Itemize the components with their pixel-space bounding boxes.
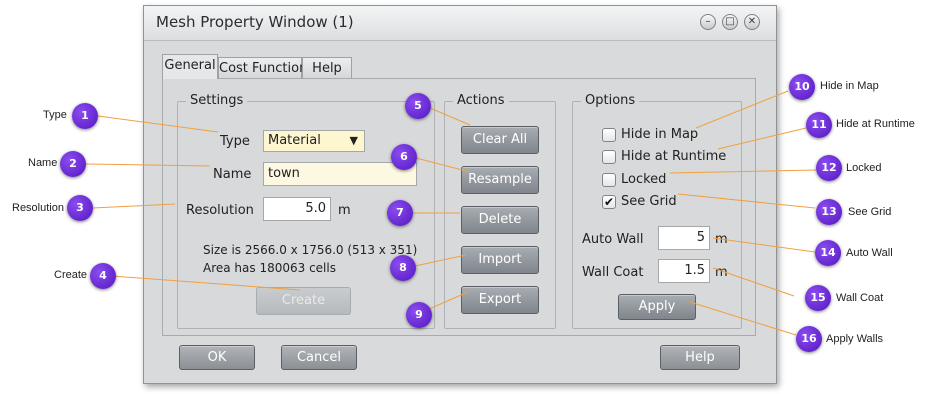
type-select-value: Material	[268, 133, 321, 148]
see-grid-checkbox[interactable]: ✔	[602, 195, 616, 209]
tab-general[interactable]: General	[162, 54, 218, 79]
callout-label-name: Name	[28, 157, 58, 169]
settings-title: Settings	[186, 93, 248, 108]
callout-badge-13: 13	[816, 199, 842, 225]
check-icon: ✔	[603, 195, 615, 209]
callout-badge-7: 7	[387, 200, 413, 226]
callout-label-auto-wall: Auto Wall	[846, 247, 893, 259]
callout-label-type: Type	[43, 109, 67, 121]
delete-button[interactable]: Delete	[461, 206, 539, 234]
callout-badge-15: 15	[805, 285, 831, 311]
locked-checkbox[interactable]	[602, 173, 616, 187]
options-title: Options	[581, 93, 640, 108]
callout-badge-12: 12	[816, 155, 842, 181]
size-info: Size is 2566.0 x 1756.0 (513 x 351)	[203, 243, 418, 257]
callout-badge-11: 11	[806, 112, 832, 138]
callout-badge-10: 10	[789, 74, 815, 100]
type-select[interactable]: Material ▼	[263, 130, 365, 152]
callout-label-create: Create	[54, 269, 88, 281]
tab-panel-general: Settings Type Material ▼ Name town Resol…	[162, 78, 756, 336]
help-button[interactable]: Help	[660, 345, 740, 370]
close-button[interactable]: ✕	[744, 14, 760, 30]
hide-in-map-checkbox[interactable]	[602, 128, 616, 142]
wall-coat-input[interactable]: 1.5	[658, 259, 710, 283]
tab-help[interactable]: Help	[302, 57, 352, 79]
actions-group: Actions Clear All Resample Delete Import…	[444, 93, 556, 329]
locked-label: Locked	[621, 172, 667, 187]
callout-label-apply-walls: Apply Walls	[826, 333, 884, 345]
options-group: Options Hide in Map Hide at Runtime Lock…	[572, 93, 742, 329]
actions-title: Actions	[453, 93, 509, 108]
callout-badge-3: 3	[67, 195, 93, 221]
minimize-button[interactable]: –	[700, 14, 716, 30]
mesh-property-window: Mesh Property Window (1) – □ ✕ General C…	[143, 5, 777, 384]
create-button[interactable]: Create	[256, 287, 351, 315]
callout-badge-6: 6	[391, 144, 417, 170]
resolution-unit: m	[338, 203, 351, 218]
resolution-input[interactable]: 5.0	[263, 197, 331, 221]
callout-badge-16: 16	[796, 326, 822, 352]
import-button[interactable]: Import	[461, 246, 539, 274]
clear-all-button[interactable]: Clear All	[461, 126, 539, 154]
wall-coat-unit: m	[715, 265, 728, 280]
auto-wall-unit: m	[715, 232, 728, 247]
callout-badge-8: 8	[390, 255, 416, 281]
export-button[interactable]: Export	[461, 286, 539, 314]
chevron-down-icon: ▼	[349, 134, 358, 147]
callout-badge-5: 5	[405, 93, 431, 119]
callout-label-wall-coat: Wall Coat	[836, 292, 884, 304]
maximize-button[interactable]: □	[722, 14, 738, 30]
hide-in-map-label: Hide in Map	[621, 127, 699, 142]
name-label: Name	[213, 167, 252, 182]
callout-label-hide-in-map: Hide in Map	[820, 80, 879, 92]
resolution-label: Resolution	[186, 203, 254, 218]
callout-badge-14: 14	[815, 240, 841, 266]
auto-wall-label: Auto Wall	[582, 232, 644, 247]
area-info: Area has 180063 cells	[203, 261, 336, 275]
callout-badge-1: 1	[72, 103, 98, 129]
resample-button[interactable]: Resample	[461, 166, 539, 194]
hide-at-runtime-label: Hide at Runtime	[621, 149, 727, 164]
tab-cost-function[interactable]: Cost Function	[218, 57, 307, 79]
window-title: Mesh Property Window (1)	[156, 13, 354, 31]
see-grid-label: See Grid	[621, 194, 677, 209]
callout-label-see-grid: See Grid	[848, 206, 892, 218]
type-label: Type	[220, 134, 250, 149]
title-bar[interactable]: Mesh Property Window (1) – □ ✕	[144, 6, 776, 41]
callout-badge-9: 9	[406, 302, 432, 328]
callout-badge-4: 4	[90, 263, 116, 289]
callout-badge-2: 2	[60, 151, 86, 177]
wall-coat-label: Wall Coat	[582, 265, 644, 280]
ok-button[interactable]: OK	[179, 345, 255, 370]
apply-walls-button[interactable]: Apply	[618, 294, 696, 320]
hide-at-runtime-checkbox[interactable]	[602, 150, 616, 164]
auto-wall-input[interactable]: 5	[658, 226, 710, 250]
callout-label-hide-at-runtime: Hide at Runtime	[836, 118, 915, 130]
callout-label-resolution: Resolution	[12, 202, 64, 214]
callout-label-locked: Locked	[846, 162, 882, 174]
cancel-button[interactable]: Cancel	[281, 345, 357, 370]
